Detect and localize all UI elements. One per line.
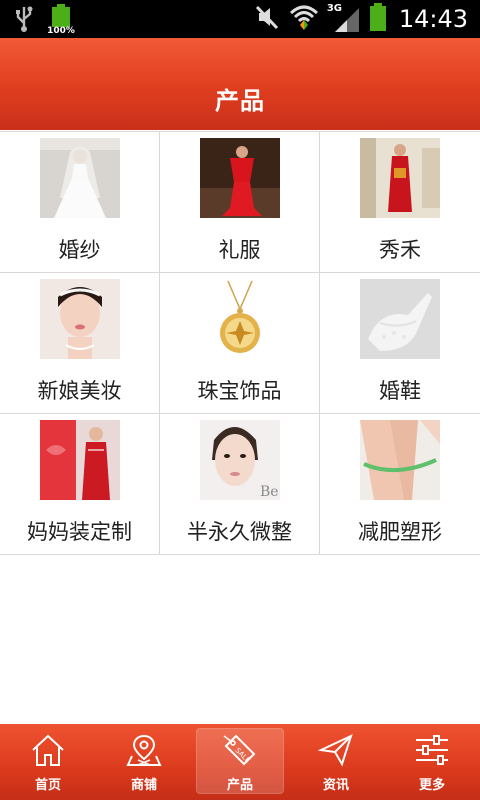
tab-more[interactable]: 更多 [384,724,480,800]
bottom-tab-bar: 首页 商铺 SALE 产品 资讯 更多 [0,724,480,800]
product-label: 婚纱 [58,238,101,262]
evening-gown-photo [200,138,280,218]
grid-row: 婚纱 礼服 秀禾 [0,132,480,273]
tab-news[interactable]: 资讯 [288,724,384,800]
product-item-evening-gown[interactable]: 礼服 [160,132,320,272]
product-item-xiuhe[interactable]: 秀禾 [320,132,480,272]
tab-label: 产品 [226,778,253,793]
product-label: 礼服 [218,238,261,262]
home-icon [32,734,64,766]
product-item-bridal-makeup[interactable]: 新娘美妆 [0,273,160,413]
grid-row: 新娘美妆 珠宝饰品 婚鞋 [0,273,480,414]
product-label: 新娘美妆 [37,379,122,403]
clock: 14:43 [398,5,468,33]
paper-plane-icon [318,734,353,767]
battery-level-icon [369,2,387,36]
product-item-semi-permanent[interactable]: Be 半永久微整 [160,414,320,554]
tab-label: 资讯 [322,778,349,793]
product-label: 秀禾 [379,238,421,262]
product-label: 妈妈装定制 [27,520,132,544]
product-label: 珠宝饰品 [197,379,282,403]
tab-label: 首页 [34,778,61,793]
product-item-slimming[interactable]: 减肥塑形 [320,414,480,554]
tab-label: 商铺 [130,778,157,793]
svg-text:Be: Be [260,484,279,500]
status-bar: 100% 3G 14:43 [0,0,480,38]
sale-tag-icon: SALE [223,734,256,766]
product-grid: 婚纱 礼服 秀禾 新娘美妆 珠宝饰品 婚鞋 妈妈装定制 Be 半永久微整 减肥塑… [0,131,480,555]
xiuhe-dress-photo [360,138,440,218]
usb-icon [14,5,34,33]
product-label: 半永久微整 [187,520,292,544]
product-item-wedding-shoes[interactable]: 婚鞋 [320,273,480,413]
tab-shops[interactable]: 商铺 [96,724,192,800]
product-label: 婚鞋 [379,379,421,403]
wifi-icon [289,3,319,35]
wedding-shoes-photo [360,279,440,359]
bridal-makeup-photo [40,279,120,359]
tab-home[interactable]: 首页 [0,724,96,800]
mother-dress-photo [40,420,120,500]
tab-products[interactable]: SALE 产品 [192,724,288,800]
sliders-icon [416,735,448,765]
signal-icon: 3G [327,0,361,38]
slimming-photo [360,420,440,500]
battery-percent: 100% [47,26,75,36]
tab-label: 更多 [418,778,445,793]
wedding-dress-photo [40,138,120,218]
battery-icon: 100% [47,4,75,36]
product-item-wedding-dress[interactable]: 婚纱 [0,132,160,272]
product-label: 减肥塑形 [358,520,442,544]
semi-permanent-photo: Be [200,420,280,500]
app-header: 产品 [0,38,480,130]
page-title: 产品 [215,87,265,115]
mute-icon [255,4,281,34]
product-item-mother-dress[interactable]: 妈妈装定制 [0,414,160,554]
product-item-jewelry[interactable]: 珠宝饰品 [160,273,320,413]
grid-row: 妈妈装定制 Be 半永久微整 减肥塑形 [0,414,480,555]
jewelry-pendant-photo [200,279,280,359]
map-pin-icon [126,734,162,766]
